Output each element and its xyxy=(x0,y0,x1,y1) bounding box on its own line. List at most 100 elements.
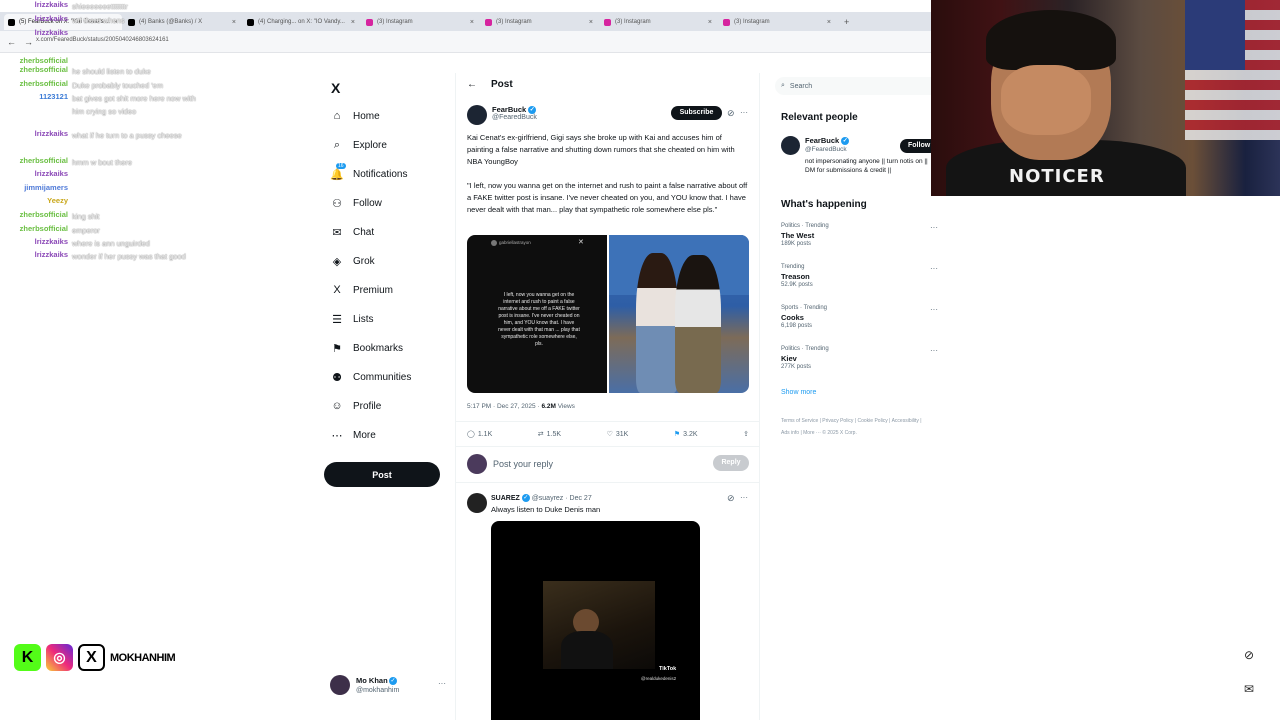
instagram-logo-icon: ◎ xyxy=(46,644,73,671)
close-tab-icon[interactable]: × xyxy=(589,19,593,26)
trend-item[interactable]: Politics · Trending The West 189K posts xyxy=(781,222,937,249)
reply-button[interactable]: Reply xyxy=(713,455,749,471)
socials-overlay: K ◎ X MOKHANHIM xyxy=(14,644,176,671)
chat-username: lrizzkaiks xyxy=(34,250,68,259)
browser-tab[interactable]: (3) Instagram × xyxy=(481,14,597,30)
subscribe-button[interactable]: Subscribe xyxy=(671,106,722,120)
more-icon[interactable]: ··· xyxy=(930,264,938,273)
close-tab-icon[interactable]: × xyxy=(708,19,712,26)
tiktok-watermark: TikTok xyxy=(659,666,677,672)
more-icon[interactable]: ··· xyxy=(930,223,938,232)
nav-item-lists[interactable]: ☰ Lists xyxy=(331,313,374,326)
story-username: gabriellastrayon xyxy=(499,240,531,245)
bookmark-action[interactable]: ⚑ 3.2K xyxy=(674,427,698,441)
streamer-hair xyxy=(986,10,1116,70)
more-icon[interactable]: ··· xyxy=(438,679,446,688)
chat-username: lrizzkaiks xyxy=(34,237,68,246)
grok-icon[interactable]: ⊘ xyxy=(1240,646,1258,664)
trend-name: Kiev xyxy=(781,354,797,363)
couple-photo[interactable] xyxy=(609,235,749,393)
browser-tab[interactable]: (3) Instagram × xyxy=(719,14,835,30)
post-author[interactable]: FearBuck ✓ @FearedBuck xyxy=(467,105,537,125)
browser-tab[interactable]: (3) Instagram × xyxy=(362,14,478,30)
trend-item[interactable]: Sports · Trending Cooks 6,198 posts xyxy=(781,304,937,331)
close-tab-icon[interactable]: × xyxy=(470,19,474,26)
more-icon[interactable]: ··· xyxy=(740,108,748,117)
trend-item[interactable]: Politics · Trending Kiev 277K posts xyxy=(781,345,937,372)
like-action[interactable]: ♡ 31K xyxy=(607,427,629,441)
browser-tab[interactable]: (3) Instagram × xyxy=(600,14,716,30)
close-tab-icon[interactable]: × xyxy=(827,19,831,26)
more-icon[interactable]: ··· xyxy=(930,305,938,314)
chat-message: 1123121 bat gives got shit more here now … xyxy=(0,92,200,118)
back-arrow-icon[interactable]: ← xyxy=(467,79,477,90)
more-icon[interactable]: ··· xyxy=(930,346,938,355)
nav-item-notifications[interactable]: 🔔 16 Notifications xyxy=(330,163,407,181)
comment-icon: ◯ xyxy=(467,431,475,438)
chat-message: zherbsofficial he should listen to duke xyxy=(0,65,200,78)
whats-happening-title: What's happening xyxy=(781,199,867,210)
nav-item-label: Chat xyxy=(353,226,375,238)
repost-action[interactable]: ⇄ 1.5K xyxy=(538,427,561,441)
reply-input[interactable]: Post your reply xyxy=(493,459,553,469)
nav-item-label: Lists xyxy=(353,313,374,325)
nav-item-follow[interactable]: ⚇ Follow xyxy=(331,197,382,210)
nav-item-explore[interactable]: ⌕ Explore xyxy=(331,139,387,151)
search-input[interactable]: ⌕ Search xyxy=(775,77,931,95)
share-icon: ⇪ xyxy=(743,431,749,438)
account-name: Mo Khan xyxy=(356,676,388,685)
more-icon[interactable]: ··· xyxy=(740,493,748,502)
nav-item-label: Home xyxy=(353,110,380,122)
trend-count: 189K posts xyxy=(781,241,812,247)
close-icon: ✕ xyxy=(578,239,584,246)
share-action[interactable]: ⇪ xyxy=(743,427,749,441)
reply-composer[interactable]: Post your reply xyxy=(467,454,749,474)
streamer-handle: MOKHANHIM xyxy=(110,651,176,664)
video-frame xyxy=(543,581,655,669)
avatar xyxy=(330,675,350,695)
chat-username: jimmijamers xyxy=(24,183,68,192)
chat-message: zherbsofficial Duke probably touched 'em xyxy=(0,79,200,92)
shirt-text: NOTICER xyxy=(1009,166,1105,187)
x-logo-icon[interactable]: X xyxy=(331,80,340,96)
show-more-link[interactable]: Show more xyxy=(781,389,816,396)
nav-item-communities[interactable]: ⚉ Communities xyxy=(331,371,411,384)
chat-username: zherbsofficial xyxy=(19,210,68,219)
footer-links[interactable]: Terms of Service | Privacy Policy | Cook… xyxy=(781,415,931,439)
nav-item-more[interactable]: ⋯ More xyxy=(331,429,376,442)
post-actions: ◯ 1.1K ⇄ 1.5K ♡ 31K ⚑ 3.2K ⇪ xyxy=(467,427,749,441)
chat-username: zherbsofficial xyxy=(19,65,68,74)
chat-text: Duke probably touched 'em xyxy=(72,81,164,90)
post-media[interactable]: gabriellastrayon ✕ I left, now you wanna… xyxy=(467,235,749,393)
new-tab-button[interactable]: + xyxy=(840,14,854,30)
screen: (5) FearBuck on X: "Kai Cenat's ... × (4… xyxy=(0,0,1280,720)
verified-icon: ✓ xyxy=(841,137,850,146)
grok-icon[interactable]: ⊘ xyxy=(727,108,735,119)
nav-item-profile[interactable]: ☺ Profile xyxy=(331,400,381,412)
post-button[interactable]: Post xyxy=(324,462,440,487)
account-switcher[interactable]: Mo Khan ✓ @mokhanhim ··· xyxy=(330,675,450,699)
nav-item-chat[interactable]: ✉ Chat xyxy=(331,226,375,239)
nav-item-bookmarks[interactable]: ⚑ Bookmarks xyxy=(331,342,403,355)
reply-video[interactable]: TikTok @realdukedenis2 xyxy=(491,521,700,720)
instagram-icon xyxy=(604,18,611,26)
post-header: ← Post xyxy=(467,79,513,90)
nav-item-home[interactable]: ⌂ Home xyxy=(331,110,380,122)
streamer-hand xyxy=(1001,65,1091,135)
chat-message: lrizzkaiks wtf there whens xyxy=(0,14,200,27)
nav-item-premium[interactable]: X Premium xyxy=(331,284,393,296)
reply-date: · Dec 27 xyxy=(565,494,592,502)
grok-icon[interactable]: ⊘ xyxy=(727,493,735,504)
reply-action[interactable]: ◯ 1.1K xyxy=(467,427,492,441)
story-screenshot[interactable]: gabriellastrayon ✕ I left, now you wanna… xyxy=(467,235,607,393)
verified-icon: ✓ xyxy=(528,106,537,115)
trend-item[interactable]: Trending Treason 52.9K posts xyxy=(781,263,937,290)
chat-text: king shit xyxy=(72,212,100,221)
nav-item-grok[interactable]: ◈ Grok xyxy=(331,255,375,268)
close-tab-icon[interactable]: × xyxy=(351,19,355,26)
relevant-people-title: Relevant people xyxy=(781,112,858,123)
chat-message: Yeezy xyxy=(0,196,200,205)
trend-context: Politics · Trending xyxy=(781,223,829,229)
bookmark-icon: ⚑ xyxy=(673,431,681,438)
messages-icon[interactable]: ✉ xyxy=(1240,680,1258,698)
